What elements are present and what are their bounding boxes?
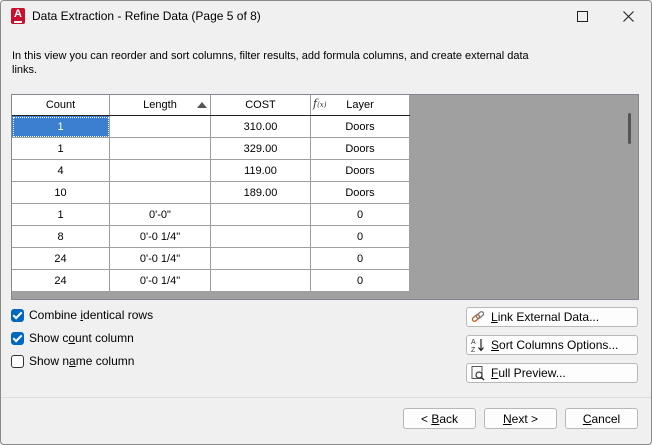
button-label: Cancel [582, 411, 621, 426]
cell-length[interactable] [109, 181, 211, 204]
cell-length[interactable]: 0'-0 1/4" [109, 247, 211, 270]
column-header-label: Length [143, 99, 177, 111]
checkbox-unchecked-icon [11, 354, 24, 368]
cell-cost[interactable]: 119.00 [210, 159, 311, 182]
cell-layer[interactable]: Doors [310, 115, 410, 138]
preview-magnifier-icon [471, 366, 485, 381]
checkbox-label: Show name column [29, 354, 135, 368]
grid-header-row: Count Length COST f(x) Layer [12, 95, 410, 116]
column-header-count[interactable]: Count [12, 95, 110, 116]
window-title: Data Extraction - Refine Data (Page 5 of… [32, 9, 261, 23]
cell-length[interactable] [109, 115, 211, 138]
maximize-button[interactable] [559, 1, 605, 32]
intro-text: In this view you can reorder and sort co… [12, 50, 529, 76]
cell-count[interactable]: 8 [12, 225, 110, 248]
close-icon [622, 11, 634, 22]
cell-cost[interactable]: 189.00 [210, 181, 311, 204]
next-button[interactable]: Next > [484, 408, 557, 429]
link-icon [471, 311, 485, 322]
data-table: Count Length COST f(x) Layer 1 310.00 Doors… [12, 95, 410, 292]
cell-count[interactable]: 1 [12, 203, 110, 226]
show-count-column-checkbox[interactable]: Show count column [11, 330, 134, 346]
link-external-data-button[interactable]: Link External Data... [466, 307, 638, 327]
checkbox-label: Show count column [29, 331, 134, 345]
checkbox-label: Combine identical rows [29, 308, 154, 322]
sort-az-icon: A Z [471, 339, 484, 353]
button-label: Full Preview... [491, 366, 566, 380]
cell-count[interactable]: 4 [12, 159, 110, 182]
cell-cost[interactable] [210, 247, 311, 270]
maximize-icon [576, 11, 588, 22]
show-name-column-checkbox[interactable]: Show name column [11, 353, 134, 369]
cell-cost[interactable]: 310.00 [210, 115, 311, 138]
svg-text:Z: Z [471, 347, 476, 353]
close-button[interactable] [605, 1, 651, 32]
svg-text:A: A [471, 339, 476, 346]
cell-count[interactable]: 1 [12, 137, 110, 160]
table-row[interactable]: 10 189.00 Doors [12, 181, 410, 204]
column-header-label: Count [45, 99, 76, 111]
button-label: Link External Data... [491, 310, 600, 324]
button-label: Sort Columns Options... [491, 338, 619, 352]
cell-cost[interactable] [210, 203, 311, 226]
column-header-length[interactable]: Length [109, 95, 211, 116]
table-row[interactable]: 24 0'-0 1/4" 0 [12, 269, 410, 292]
table-row[interactable]: 8 0'-0 1/4" 0 [12, 225, 410, 248]
column-header-cost[interactable]: COST [210, 95, 311, 116]
full-preview-button[interactable]: Full Preview... [466, 363, 638, 383]
button-label: < Back [420, 411, 459, 426]
cell-count[interactable]: 10 [12, 181, 110, 204]
checkbox-checked-icon [11, 331, 24, 345]
cell-layer[interactable]: Doors [310, 159, 410, 182]
cell-layer[interactable]: 0 [310, 203, 410, 226]
cell-length[interactable] [109, 159, 211, 182]
sort-ascending-icon [197, 102, 207, 108]
table-row[interactable]: 1 329.00 Doors [12, 137, 410, 160]
cell-count[interactable]: 24 [12, 269, 110, 292]
checkbox-checked-icon [11, 308, 24, 322]
cell-layer[interactable]: 0 [310, 247, 410, 270]
cell-count[interactable]: 1 [12, 115, 110, 138]
formula-fx-icon: f(x) [313, 97, 327, 110]
table-row[interactable]: 24 0'-0 1/4" 0 [12, 247, 410, 270]
cell-length[interactable]: 0'-0" [109, 203, 211, 226]
title-bar: A Data Extraction - Refine Data (Page 5 … [1, 1, 651, 32]
scrollbar-thumb[interactable] [628, 113, 631, 144]
sort-columns-options-button[interactable]: A Z Sort Columns Options... [466, 335, 638, 355]
back-button[interactable]: < Back [403, 408, 476, 429]
cell-count[interactable]: 24 [12, 247, 110, 270]
table-row[interactable]: 1 0'-0" 0 [12, 203, 410, 226]
cell-length[interactable]: 0'-0 1/4" [109, 269, 211, 292]
cell-cost[interactable]: 329.00 [210, 137, 311, 160]
cell-layer[interactable]: 0 [310, 269, 410, 292]
autocad-app-icon: A [11, 8, 25, 24]
column-header-label: Layer [346, 99, 374, 111]
table-row[interactable]: 4 119.00 Doors [12, 159, 410, 182]
button-label: Next > [502, 411, 539, 426]
vertical-scrollbar[interactable] [621, 95, 638, 299]
cell-layer[interactable]: Doors [310, 181, 410, 204]
combine-identical-rows-checkbox[interactable]: Combine identical rows [11, 307, 153, 323]
cell-length[interactable] [109, 137, 211, 160]
cell-cost[interactable] [210, 269, 311, 292]
cancel-button[interactable]: Cancel [565, 408, 638, 429]
footer-divider [1, 397, 651, 398]
column-header-layer[interactable]: f(x) Layer [310, 95, 410, 116]
cell-layer[interactable]: 0 [310, 225, 410, 248]
cell-layer[interactable]: Doors [310, 137, 410, 160]
data-grid[interactable]: Count Length COST f(x) Layer 1 310.00 Doors… [11, 94, 639, 300]
cell-cost[interactable] [210, 225, 311, 248]
cell-length[interactable]: 0'-0 1/4" [109, 225, 211, 248]
dialog-window: A Data Extraction - Refine Data (Page 5 … [0, 0, 652, 445]
table-row[interactable]: 1 310.00 Doors [12, 115, 410, 138]
column-header-label: COST [245, 99, 276, 111]
